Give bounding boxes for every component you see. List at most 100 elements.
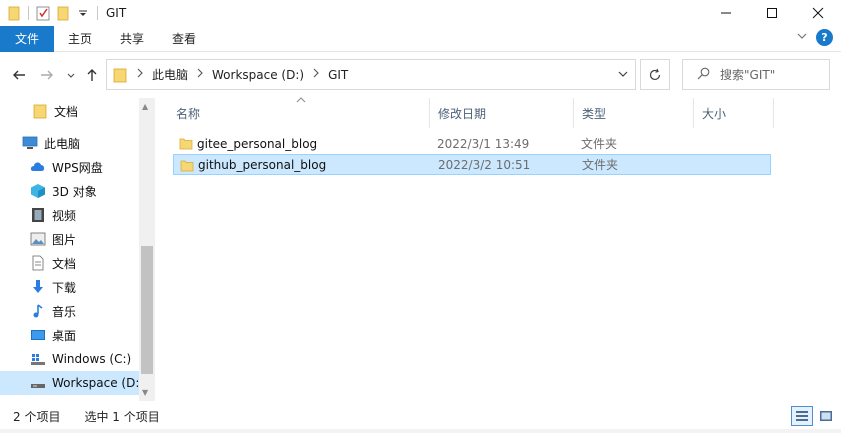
- file-type: 文件夹: [582, 158, 619, 172]
- title-bar: GIT: [0, 0, 841, 26]
- column-header-name[interactable]: 名称: [168, 98, 430, 128]
- nav-item-label: 文档: [54, 104, 79, 119]
- nav-item-drive-d[interactable]: Workspace (D:: [0, 371, 140, 395]
- tab-share[interactable]: 共享: [106, 26, 158, 52]
- nav-item-label: 此电脑: [44, 136, 81, 151]
- address-row: 此电脑 Workspace (D:) GIT 搜索"GIT": [0, 52, 841, 98]
- document-icon: [30, 255, 46, 271]
- picture-icon: [30, 231, 46, 247]
- item-count: 2 个项目: [13, 409, 61, 424]
- window-title: GIT: [106, 6, 127, 20]
- search-icon: [697, 67, 710, 83]
- minimize-icon[interactable]: [703, 0, 749, 26]
- address-bar[interactable]: 此电脑 Workspace (D:) GIT: [106, 59, 636, 90]
- maximize-icon[interactable]: [749, 0, 795, 26]
- file-name: gitee_personal_blog: [197, 136, 318, 151]
- nav-item-label: Windows (C:): [52, 352, 132, 366]
- details-view-icon[interactable]: [791, 406, 813, 426]
- nav-scrollbar[interactable]: ▲ ▼: [139, 98, 155, 401]
- nav-item-videos[interactable]: 视频: [0, 203, 140, 227]
- nav-item-desktop[interactable]: 桌面: [0, 323, 140, 347]
- scrollbar-thumb[interactable]: [141, 246, 153, 374]
- nav-item-label: 图片: [52, 232, 77, 247]
- music-icon: [30, 303, 46, 319]
- forward-button[interactable]: [38, 66, 56, 84]
- drive-c-icon: [30, 351, 46, 367]
- nav-item-label: Workspace (D:: [52, 376, 140, 390]
- quick-access-toolbar: [0, 5, 100, 21]
- cloud-icon: [30, 159, 46, 175]
- status-bar: 2 个项目 选中 1 个项目: [0, 403, 841, 429]
- table-row[interactable]: github_personal_blog 2022/3/2 10:51 文件夹: [173, 154, 771, 175]
- tab-file[interactable]: 文件: [0, 25, 54, 52]
- drive-d-icon: [30, 375, 46, 391]
- nav-item-label: 下载: [52, 280, 77, 295]
- file-name: github_personal_blog: [198, 157, 327, 172]
- nav-item-pictures[interactable]: 图片: [0, 227, 140, 251]
- tab-view[interactable]: 查看: [158, 26, 210, 52]
- folder-icon: [32, 103, 48, 119]
- recent-locations-button[interactable]: [62, 66, 80, 84]
- search-input[interactable]: 搜索"GIT": [720, 66, 775, 83]
- view-switcher: [791, 406, 837, 426]
- table-row[interactable]: gitee_personal_blog 2022/3/1 13:49 文件夹: [173, 133, 771, 154]
- nav-item-3d-objects[interactable]: 3D 对象: [0, 179, 140, 203]
- scroll-up-icon[interactable]: ▲: [142, 102, 148, 111]
- refresh-button[interactable]: [640, 59, 670, 90]
- file-type: 文件夹: [581, 137, 618, 151]
- help-icon[interactable]: ?: [816, 29, 833, 46]
- column-header-size[interactable]: 大小: [694, 98, 774, 128]
- nav-item-label: 桌面: [52, 328, 77, 343]
- large-icons-view-icon[interactable]: [815, 406, 837, 426]
- tab-home[interactable]: 主页: [54, 26, 106, 52]
- ribbon-right: ?: [796, 29, 833, 46]
- search-box[interactable]: 搜索"GIT": [682, 59, 830, 90]
- nav-item-documents[interactable]: 文档: [0, 251, 140, 275]
- nav-item-downloads[interactable]: 下载: [0, 275, 140, 299]
- column-header-type[interactable]: 类型: [574, 98, 694, 128]
- nav-item-label: 视频: [52, 208, 77, 223]
- nav-item-label: WPS网盘: [52, 160, 103, 175]
- close-icon[interactable]: [795, 0, 841, 26]
- new-folder-icon[interactable]: [55, 5, 71, 21]
- chevron-right-icon[interactable]: [312, 68, 320, 81]
- column-header-date[interactable]: 修改日期: [430, 98, 574, 128]
- breadcrumb-git[interactable]: GIT: [328, 68, 348, 82]
- address-dropdown-icon[interactable]: [617, 68, 629, 83]
- file-date: 2022/3/2 10:51: [438, 157, 531, 172]
- folder-icon: [179, 136, 193, 153]
- computer-icon: [22, 135, 38, 151]
- download-icon: [30, 279, 46, 295]
- window-controls: [703, 0, 841, 26]
- window-bottom-edge: [0, 429, 841, 433]
- properties-icon[interactable]: [35, 5, 51, 21]
- divider: [97, 6, 98, 20]
- nav-item-label: 文档: [52, 256, 77, 271]
- file-date: 2022/3/1 13:49: [437, 136, 530, 151]
- breadcrumb-workspace[interactable]: Workspace (D:): [212, 68, 304, 82]
- back-button[interactable]: [10, 66, 28, 84]
- chevron-right-icon[interactable]: [196, 68, 204, 81]
- nav-item-music[interactable]: 音乐: [0, 299, 140, 323]
- folder-icon: [180, 158, 194, 175]
- nav-item-drive-c[interactable]: Windows (C:): [0, 347, 140, 371]
- selection-count: 选中 1 个项目: [84, 409, 160, 424]
- navigation-pane: 文档 此电脑 WPS网盘 3D 对象 视频 图片 文档 下载 音乐 桌面 Win…: [0, 98, 155, 401]
- folder-icon[interactable]: [6, 5, 22, 21]
- nav-item-documents-quick[interactable]: 文档: [0, 99, 140, 123]
- expand-ribbon-icon[interactable]: [796, 30, 808, 45]
- nav-item-wps-cloud[interactable]: WPS网盘: [0, 155, 140, 179]
- up-button[interactable]: [83, 66, 101, 84]
- customize-toolbar-icon[interactable]: [75, 5, 91, 21]
- breadcrumb-this-pc[interactable]: 此电脑: [152, 66, 188, 83]
- cube-icon: [30, 183, 46, 199]
- chevron-right-icon[interactable]: [136, 68, 144, 81]
- nav-item-label: 音乐: [52, 304, 77, 319]
- scroll-down-icon[interactable]: ▼: [142, 388, 148, 397]
- divider: [28, 6, 29, 20]
- breadcrumb: 此电脑 Workspace (D:) GIT: [128, 66, 348, 83]
- desktop-icon: [30, 327, 46, 343]
- folder-icon: [112, 67, 128, 83]
- nav-item-this-pc[interactable]: 此电脑: [0, 131, 140, 155]
- file-list: 名称 修改日期 类型 大小 gitee_personal_blog 2022/3…: [160, 97, 841, 401]
